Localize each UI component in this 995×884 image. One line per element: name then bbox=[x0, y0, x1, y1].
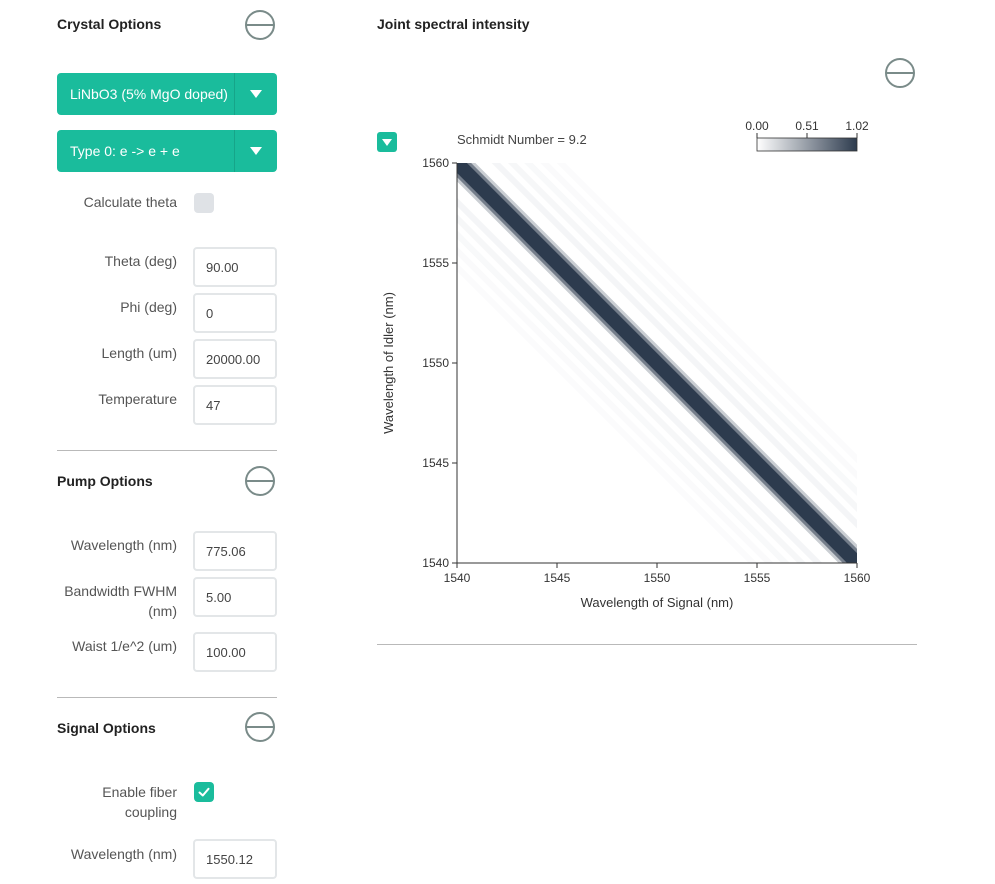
temperature-input[interactable]: 47 bbox=[193, 385, 277, 425]
pump-waist-label: Waist 1/e^2 (um) bbox=[72, 638, 177, 654]
y-tick-label: 1560 bbox=[422, 156, 449, 170]
y-tick-label: 1540 bbox=[422, 556, 449, 570]
chevron-down-icon bbox=[234, 73, 277, 115]
pump-wavelength-label: Wavelength (nm) bbox=[70, 537, 177, 553]
colorbar bbox=[756, 137, 858, 152]
pump-collapse-icon[interactable] bbox=[245, 466, 275, 496]
signal-options-title: Signal Options bbox=[57, 720, 156, 736]
x-tick-label: 1560 bbox=[844, 571, 871, 585]
y-axis-title: Wavelength of Idler (nm) bbox=[381, 292, 396, 434]
phi-label: Phi (deg) bbox=[120, 299, 177, 315]
chevron-down-icon bbox=[234, 130, 277, 172]
pump-bandwidth-label: Bandwidth FWHM (nm) bbox=[64, 583, 177, 619]
fiber-coupling-checkbox[interactable] bbox=[194, 782, 214, 802]
colorbar-ticks: 0.00 0.51 1.02 bbox=[745, 119, 869, 138]
y-tick-label: 1555 bbox=[422, 256, 449, 270]
signal-wavelength-label: Wavelength (nm) bbox=[70, 846, 177, 862]
x-tick-label: 1555 bbox=[744, 571, 771, 585]
pump-wavelength-input[interactable]: 775.06 bbox=[193, 531, 277, 571]
temperature-label: Temperature bbox=[98, 391, 177, 407]
theta-input[interactable]: 90.00 bbox=[193, 247, 277, 287]
calculate-theta-checkbox[interactable] bbox=[194, 193, 214, 213]
crystal-type-select[interactable]: Type 0: e -> e + e bbox=[57, 130, 277, 172]
x-tick-label: 1540 bbox=[444, 571, 471, 585]
crystal-options-title: Crystal Options bbox=[57, 16, 162, 32]
pump-bandwidth-input[interactable]: 5.00 bbox=[193, 577, 277, 617]
colorbar-tick-label: 0.00 bbox=[745, 119, 769, 133]
colorbar-tick-label: 0.51 bbox=[795, 119, 819, 133]
length-label: Length (um) bbox=[101, 345, 177, 361]
y-tick-label: 1550 bbox=[422, 356, 449, 370]
phi-input[interactable]: 0 bbox=[193, 293, 277, 333]
y-tick-label: 1545 bbox=[422, 456, 449, 470]
crystal-collapse-icon[interactable] bbox=[245, 10, 275, 40]
check-icon bbox=[198, 787, 210, 797]
crystal-material-select[interactable]: LiNbO3 (5% MgO doped) bbox=[57, 73, 277, 115]
signal-collapse-icon[interactable] bbox=[245, 712, 275, 742]
x-tick-label: 1545 bbox=[544, 571, 571, 585]
x-axis-ticks: 1540 1545 1550 1555 1560 bbox=[444, 563, 871, 585]
pump-waist-input[interactable]: 100.00 bbox=[193, 632, 277, 672]
signal-wavelength-input[interactable]: 1550.12 bbox=[193, 839, 277, 879]
section-divider bbox=[57, 697, 277, 698]
section-divider bbox=[57, 450, 277, 451]
jsi-collapse-icon[interactable] bbox=[885, 58, 915, 88]
length-input[interactable]: 20000.00 bbox=[193, 339, 277, 379]
crystal-type-value: Type 0: e -> e + e bbox=[70, 143, 180, 159]
x-tick-label: 1550 bbox=[644, 571, 671, 585]
crystal-material-value: LiNbO3 (5% MgO doped) bbox=[70, 86, 228, 102]
colorbar-tick-label: 1.02 bbox=[845, 119, 869, 133]
theta-label: Theta (deg) bbox=[104, 253, 177, 269]
x-axis-title: Wavelength of Signal (nm) bbox=[581, 595, 734, 610]
plot-divider bbox=[377, 644, 917, 645]
jsi-title: Joint spectral intensity bbox=[377, 16, 530, 32]
jsi-plot: 1540 1545 1550 1555 1560 1540 1545 1550 1555 156… bbox=[381, 119, 871, 610]
y-axis-ticks: 1540 1545 1550 1555 1560 bbox=[422, 156, 457, 570]
fiber-coupling-label: Enable fiber coupling bbox=[102, 784, 177, 820]
pump-options-title: Pump Options bbox=[57, 473, 153, 489]
calculate-theta-label: Calculate theta bbox=[83, 194, 177, 210]
